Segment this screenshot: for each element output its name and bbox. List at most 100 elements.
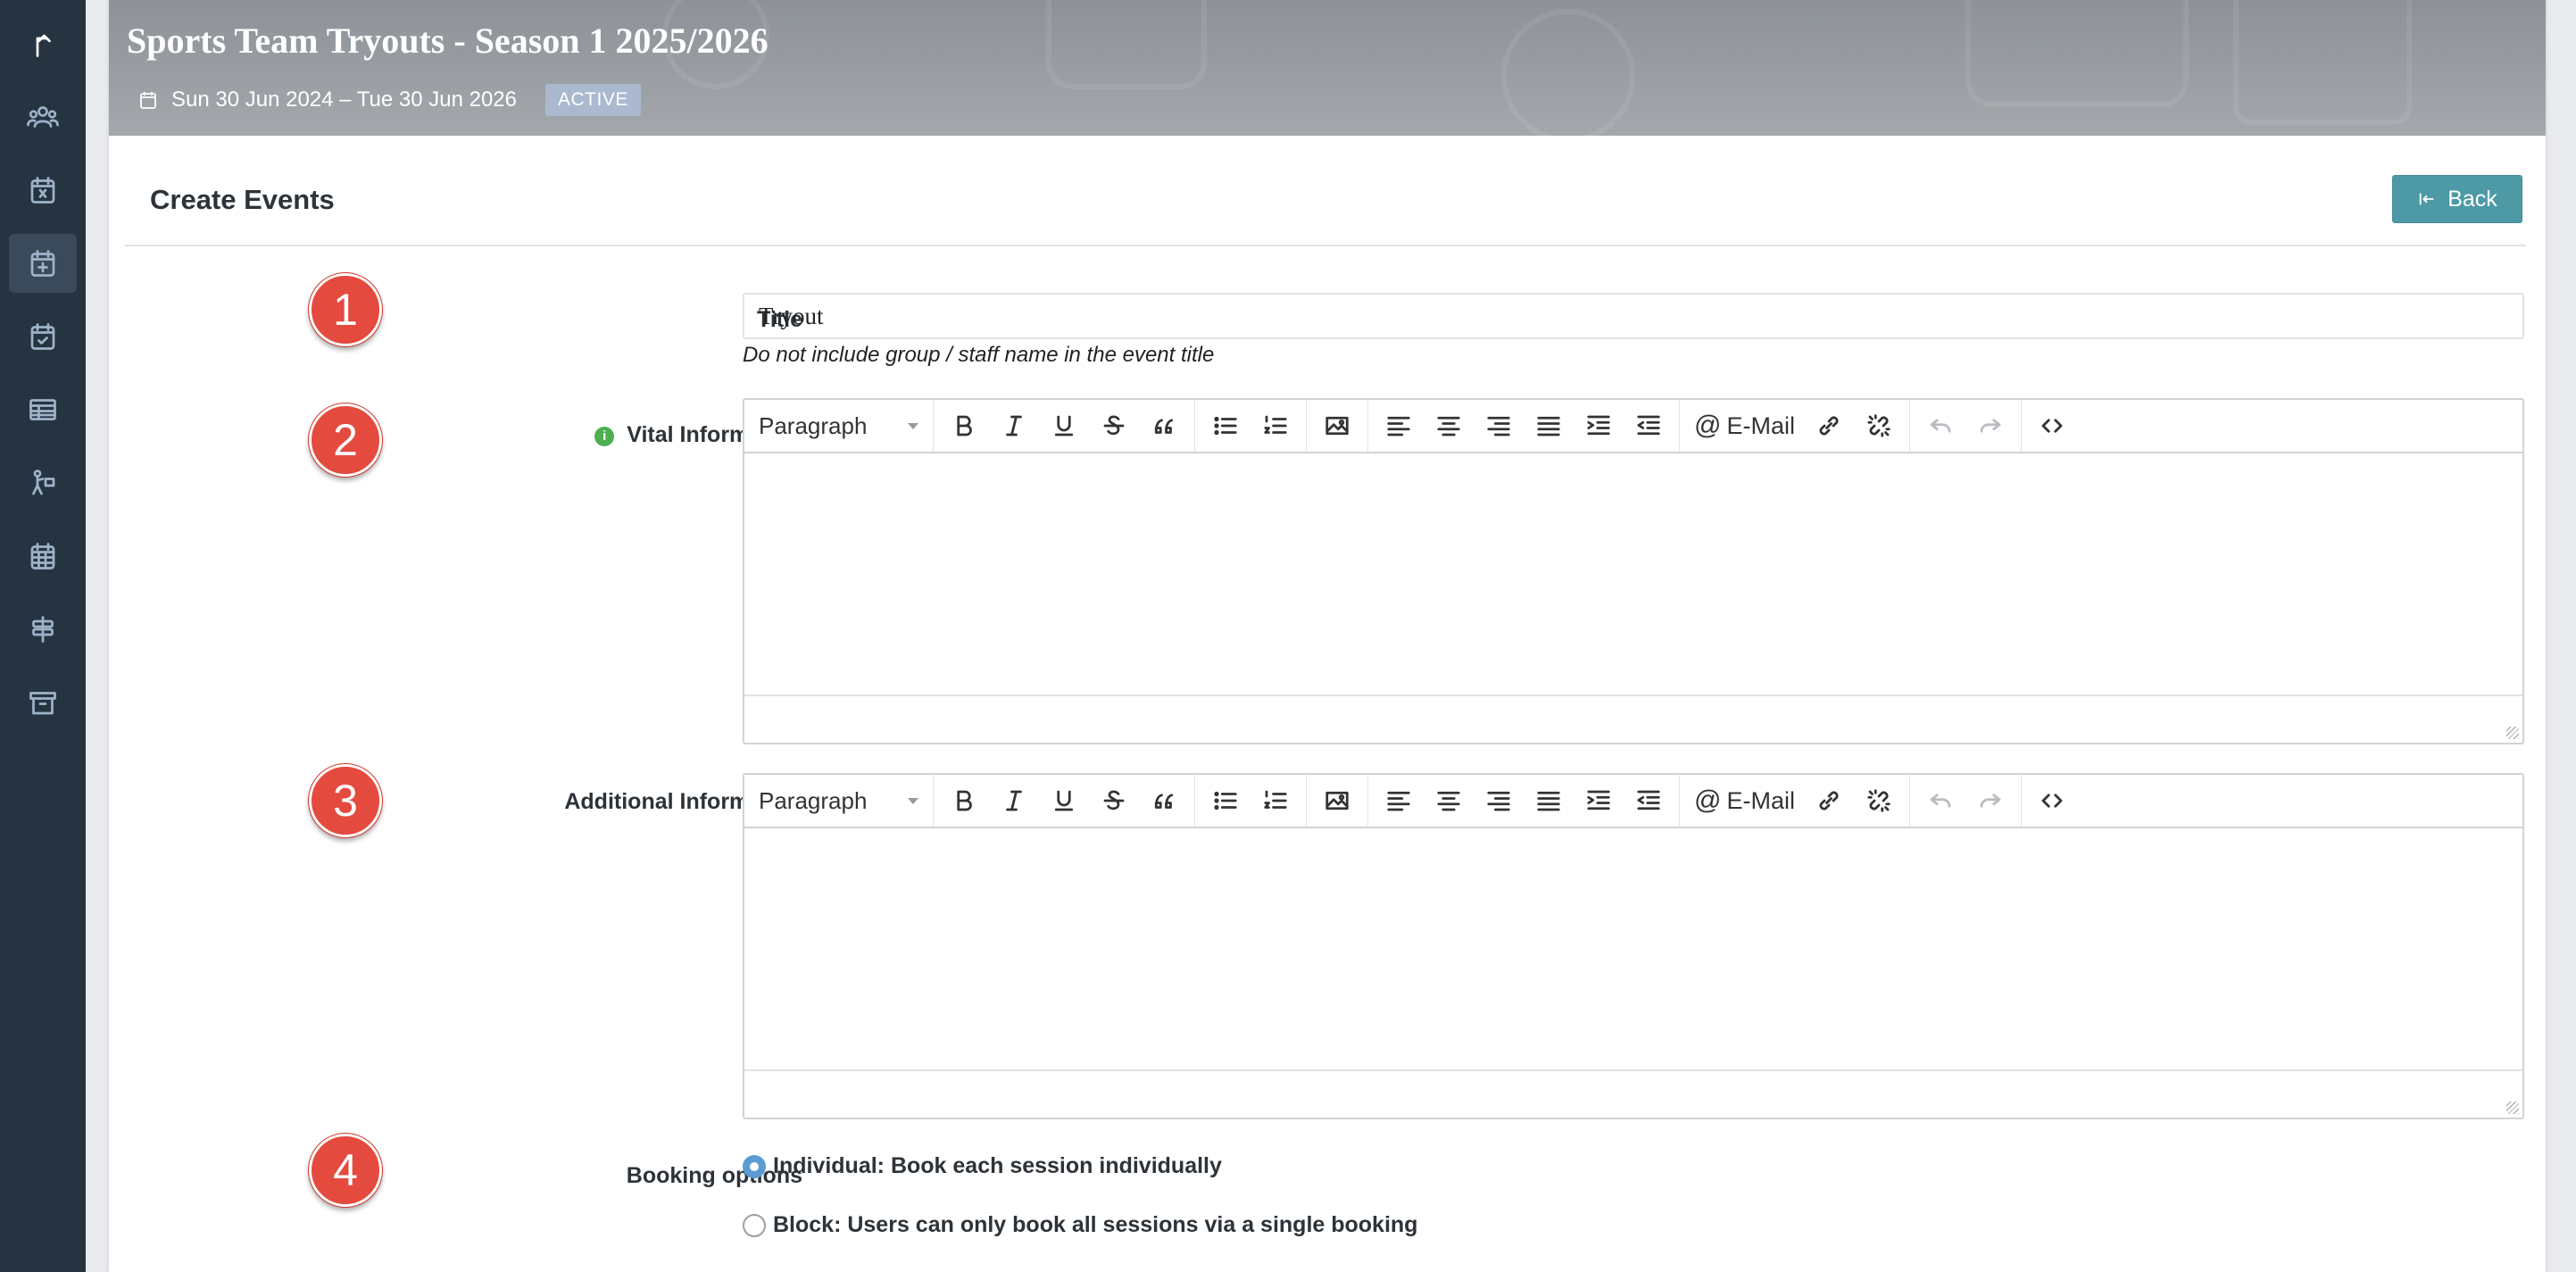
resize-handle-icon[interactable] xyxy=(2506,727,2519,739)
insert-email-button[interactable]: @ E-Mail xyxy=(1685,411,1804,441)
additional-information-editor-body[interactable] xyxy=(744,828,2522,1069)
radio-selected[interactable] xyxy=(743,1154,766,1178)
align-left-button[interactable] xyxy=(1374,777,1424,824)
insert-link-button[interactable] xyxy=(1804,403,1854,449)
blockquote-button[interactable] xyxy=(1139,403,1189,449)
italic-button[interactable] xyxy=(989,403,1039,449)
align-right-button[interactable] xyxy=(1474,777,1524,824)
toolbar-group-code xyxy=(2022,774,2082,827)
editor-statusbar xyxy=(744,1069,2522,1118)
align-center-button[interactable] xyxy=(1424,777,1474,824)
bullet-list-button[interactable] xyxy=(1201,777,1251,824)
outdent-button[interactable] xyxy=(1624,777,1674,824)
sidebar-item-schedule[interactable] xyxy=(9,527,77,586)
italic-button[interactable] xyxy=(989,777,1039,824)
editor-statusbar xyxy=(744,694,2522,743)
sidebar-item-confirmed-events[interactable] xyxy=(9,307,77,366)
sidebar-item-create-events[interactable] xyxy=(9,234,77,293)
align-right-button[interactable] xyxy=(1474,403,1524,449)
main-panel: Sports Team Tryouts - Season 1 2025/2026… xyxy=(109,0,2546,1272)
redo-icon xyxy=(1980,794,2001,808)
bold-button[interactable] xyxy=(939,403,989,449)
strikethrough-button[interactable] xyxy=(1089,777,1139,824)
quote-icon xyxy=(1154,794,1174,809)
redo-button[interactable] xyxy=(1965,777,2015,824)
radio-unselected[interactable] xyxy=(743,1213,766,1237)
code-icon xyxy=(2041,794,2063,808)
italic-icon xyxy=(1006,415,1022,436)
indent-button[interactable] xyxy=(1574,777,1624,824)
align-justify-button[interactable] xyxy=(1524,777,1574,824)
underline-button[interactable] xyxy=(1039,403,1089,449)
back-button[interactable]: Back xyxy=(2392,175,2522,223)
back-button-label: Back xyxy=(2447,186,2497,212)
insert-image-button[interactable] xyxy=(1312,777,1362,824)
italic-icon xyxy=(1006,790,1022,811)
outdent-button[interactable] xyxy=(1624,403,1674,449)
underline-icon xyxy=(1054,415,1074,436)
banner-decoration xyxy=(1046,0,1207,89)
banner-decoration xyxy=(1501,9,1635,136)
blockquote-button[interactable] xyxy=(1139,777,1189,824)
align-center-button[interactable] xyxy=(1424,403,1474,449)
toolbar-group-text-style xyxy=(934,399,1195,453)
sidebar-item-users[interactable] xyxy=(9,87,77,146)
insert-image-button[interactable] xyxy=(1312,403,1362,449)
underline-button[interactable] xyxy=(1039,777,1089,824)
bullet-list-icon xyxy=(1214,791,1237,811)
toolbar-group-align xyxy=(1368,774,1680,827)
toolbar-group-text-style xyxy=(934,774,1195,827)
bullet-list-icon xyxy=(1214,416,1237,436)
sidebar-item-activities[interactable] xyxy=(9,453,77,512)
sidebar-item-table[interactable] xyxy=(9,380,77,439)
toolbar-group-links: @ E-Mail xyxy=(1680,399,1910,453)
banner-decoration xyxy=(2233,0,2412,125)
booking-option-block-label: Block: Users can only book all sessions … xyxy=(773,1212,1418,1237)
source-code-button[interactable] xyxy=(2027,777,2077,824)
remove-link-button[interactable] xyxy=(1854,777,1904,824)
undo-icon xyxy=(1930,794,1951,808)
redo-button[interactable] xyxy=(1965,403,2015,449)
users-icon xyxy=(27,106,59,128)
underline-icon xyxy=(1054,790,1074,811)
bold-button[interactable] xyxy=(939,777,989,824)
align-center-icon xyxy=(1437,416,1460,436)
numbered-list-button[interactable] xyxy=(1251,403,1300,449)
calendar-plus-icon xyxy=(30,250,55,277)
title-input-value: Tryout xyxy=(759,302,824,329)
align-justify-icon xyxy=(1537,791,1560,811)
insert-email-button[interactable]: @ E-Mail xyxy=(1685,786,1804,816)
remove-link-button[interactable] xyxy=(1854,403,1904,449)
sidebar-item-cancel-events[interactable] xyxy=(9,161,77,220)
redo-icon xyxy=(1980,419,2001,433)
info-icon[interactable]: i xyxy=(594,427,615,446)
numbered-list-button[interactable] xyxy=(1251,777,1300,824)
title-input[interactable]: Tryout xyxy=(743,293,2524,339)
sidebar-item-archive[interactable] xyxy=(9,673,77,732)
booking-option-individual[interactable]: Individual: Book each session individual… xyxy=(743,1153,1222,1179)
indent-button[interactable] xyxy=(1574,403,1624,449)
vital-information-editor-body[interactable] xyxy=(744,453,2522,694)
table-icon xyxy=(29,399,56,420)
arrow-up-icon xyxy=(36,34,51,57)
bullet-list-button[interactable] xyxy=(1201,403,1251,449)
paragraph-format-select[interactable]: Paragraph xyxy=(744,774,934,827)
link-icon xyxy=(1819,791,1839,811)
resize-handle-icon[interactable] xyxy=(2506,1102,2519,1114)
banner-decoration xyxy=(1965,0,2189,107)
booking-option-individual-label: Individual: Book each session individual… xyxy=(773,1153,1222,1178)
outdent-icon xyxy=(1637,415,1660,436)
sidebar-item-back[interactable] xyxy=(9,14,77,73)
sidebar-item-directions[interactable] xyxy=(9,600,77,659)
undo-button[interactable] xyxy=(1915,777,1965,824)
at-sign-icon: @ xyxy=(1694,411,1722,440)
source-code-button[interactable] xyxy=(2027,403,2077,449)
booking-option-block[interactable]: Block: Users can only book all sessions … xyxy=(743,1212,1417,1238)
insert-link-button[interactable] xyxy=(1804,777,1854,824)
calendar-x-icon xyxy=(30,177,55,204)
align-left-button[interactable] xyxy=(1374,403,1424,449)
strikethrough-button[interactable] xyxy=(1089,403,1139,449)
align-justify-button[interactable] xyxy=(1524,403,1574,449)
undo-button[interactable] xyxy=(1915,403,1965,449)
paragraph-format-select[interactable]: Paragraph xyxy=(744,399,934,453)
